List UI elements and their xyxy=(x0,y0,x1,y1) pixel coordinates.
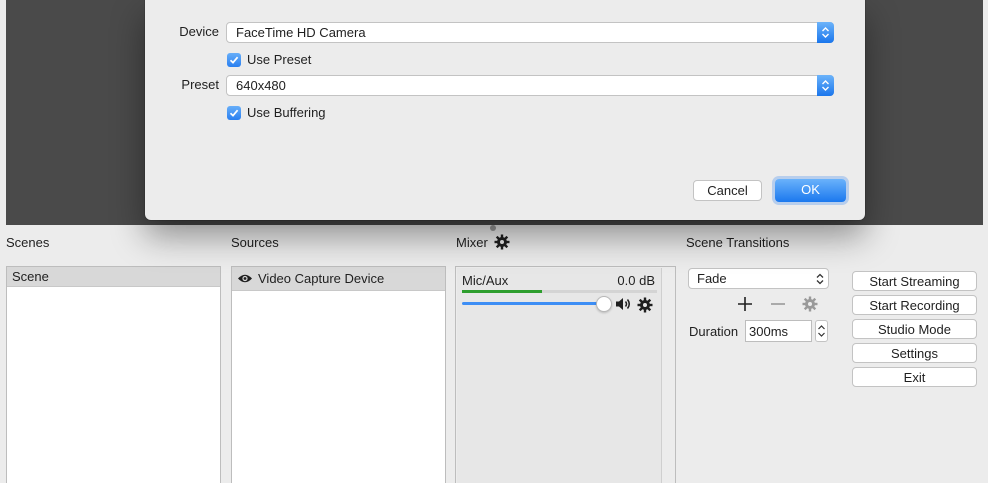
start-recording-button[interactable]: Start Recording xyxy=(852,295,977,315)
preset-select-arrows-icon[interactable] xyxy=(817,75,834,96)
eye-icon[interactable] xyxy=(237,273,253,284)
transition-select-value: Fade xyxy=(697,271,727,286)
use-preset-checkbox[interactable]: Use Preset xyxy=(227,52,311,67)
remove-icon[interactable] xyxy=(770,296,786,315)
channel-level: 0.0 dB xyxy=(617,273,655,288)
checkmark-icon xyxy=(227,105,241,120)
transition-gear-icon[interactable] xyxy=(802,296,818,315)
device-select[interactable]: FaceTime HD Camera xyxy=(226,22,834,43)
exit-button[interactable]: Exit xyxy=(852,367,977,387)
chevron-updown-icon xyxy=(816,273,824,288)
mixer-title: Mixer xyxy=(456,235,488,250)
mixer-channel: Mic/Aux 0.0 dB xyxy=(457,268,662,483)
transitions-title: Scene Transitions xyxy=(686,235,790,250)
list-item[interactable]: Scene xyxy=(7,267,220,287)
device-label: Device xyxy=(179,24,219,39)
duration-stepper[interactable] xyxy=(815,320,828,342)
use-buffering-checkbox[interactable]: Use Buffering xyxy=(227,105,326,120)
use-preset-label: Use Preset xyxy=(247,52,312,67)
gear-icon[interactable] xyxy=(637,297,653,316)
cancel-button[interactable]: Cancel xyxy=(693,180,762,201)
channel-name: Mic/Aux xyxy=(462,273,509,288)
settings-button[interactable]: Settings xyxy=(852,343,977,363)
duration-input[interactable]: 300ms xyxy=(745,320,812,342)
preset-select-value: 640x480 xyxy=(236,78,286,93)
ok-button[interactable]: OK xyxy=(775,179,846,202)
scenes-list[interactable]: Scene xyxy=(6,266,221,483)
duration-label: Duration xyxy=(689,324,739,339)
device-select-value: FaceTime HD Camera xyxy=(236,25,366,40)
volume-slider[interactable] xyxy=(462,302,606,305)
preset-select[interactable]: 640x480 xyxy=(226,75,834,96)
volume-meter-fill xyxy=(462,290,542,293)
sources-title: Sources xyxy=(231,235,279,250)
source-label: Video Capture Device xyxy=(258,271,385,286)
duration-value: 300ms xyxy=(749,324,789,339)
properties-dialog: Device FaceTime HD Camera Use Preset Pre… xyxy=(145,0,865,220)
use-buffering-label: Use Buffering xyxy=(247,105,326,120)
add-icon[interactable] xyxy=(737,296,753,315)
start-streaming-button[interactable]: Start Streaming xyxy=(852,271,977,291)
transition-select[interactable]: Fade xyxy=(688,268,829,289)
checkmark-icon xyxy=(227,52,241,67)
splitter-handle[interactable] xyxy=(490,225,496,231)
sources-list[interactable]: Video Capture Device xyxy=(231,266,446,483)
preset-label: Preset xyxy=(181,77,219,92)
mixer-panel: Mic/Aux 0.0 dB xyxy=(455,266,676,483)
speaker-icon[interactable] xyxy=(615,297,632,314)
mixer-gear-icon[interactable] xyxy=(494,234,510,253)
volume-slider-knob[interactable] xyxy=(596,296,612,312)
scenes-title: Scenes xyxy=(6,235,50,250)
studio-mode-button[interactable]: Studio Mode xyxy=(852,319,977,339)
device-select-arrows-icon[interactable] xyxy=(817,22,834,43)
volume-meter xyxy=(462,290,657,293)
list-item[interactable]: Video Capture Device xyxy=(232,267,445,291)
